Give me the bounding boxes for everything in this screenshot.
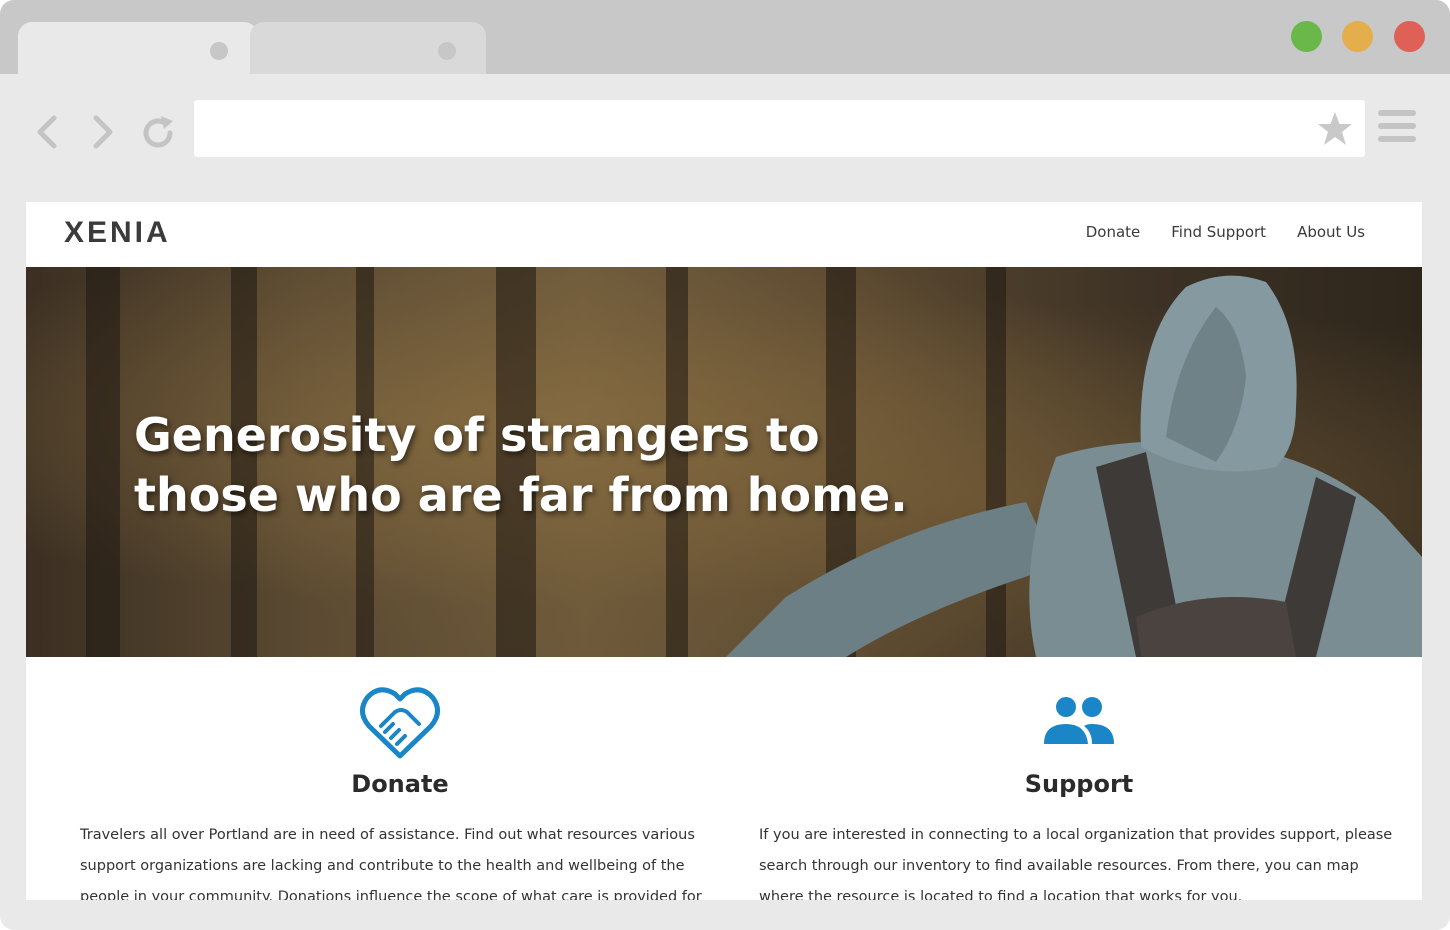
nav-link-about-us[interactable]: About Us [1297, 223, 1365, 241]
chevron-right-icon [93, 115, 113, 149]
hero-headline: Generosity of strangers to those who are… [134, 405, 934, 525]
browser-tab-inactive[interactable] [250, 22, 486, 74]
close-window-button[interactable] [1394, 21, 1425, 52]
site-header: XENIA Donate Find Support About Us [26, 202, 1422, 267]
browser-window: XENIA Donate Find Support About Us Gener… [0, 0, 1450, 930]
feature-donate: Donate Travelers all over Portland are i… [80, 682, 720, 900]
address-bar[interactable] [194, 100, 1365, 157]
tab-close-icon[interactable] [210, 42, 228, 60]
site-nav: Donate Find Support About Us [1086, 223, 1365, 241]
page-viewport: XENIA Donate Find Support About Us Gener… [26, 202, 1422, 900]
star-shape [1318, 112, 1352, 145]
feature-support: Support If you are interested in connect… [759, 682, 1399, 900]
handshake-heart-icon [360, 687, 440, 759]
hero-banner: Generosity of strangers to those who are… [26, 267, 1422, 657]
users-icon [1044, 697, 1114, 744]
feature-donate-text: Travelers all over Portland are in need … [80, 827, 702, 900]
bookmark-star-icon[interactable] [1316, 110, 1354, 148]
reload-button[interactable] [140, 114, 176, 150]
tab-close-icon[interactable] [438, 42, 456, 60]
hero-headline-line-2: those who are far from home. [134, 468, 908, 522]
reload-icon [143, 116, 173, 148]
maximize-button[interactable] [1291, 21, 1322, 52]
browser-tab-active[interactable] [18, 22, 258, 74]
feature-support-text: If you are interested in connecting to a… [759, 827, 1393, 900]
nav-link-find-support[interactable]: Find Support [1171, 223, 1266, 241]
browser-toolbar [0, 74, 1450, 184]
tab-strip [0, 0, 1450, 74]
chevron-left-icon [37, 115, 57, 149]
site-logo[interactable]: XENIA [64, 216, 171, 250]
forward-button[interactable] [84, 114, 120, 150]
feature-donate-title: Donate [351, 770, 449, 798]
hero-headline-line-1: Generosity of strangers to [134, 408, 820, 462]
nav-link-donate[interactable]: Donate [1086, 223, 1141, 241]
minimize-button[interactable] [1342, 21, 1373, 52]
feature-support-title: Support [1024, 770, 1134, 798]
hamburger-menu-icon[interactable] [1378, 110, 1418, 146]
back-button[interactable] [30, 114, 66, 150]
